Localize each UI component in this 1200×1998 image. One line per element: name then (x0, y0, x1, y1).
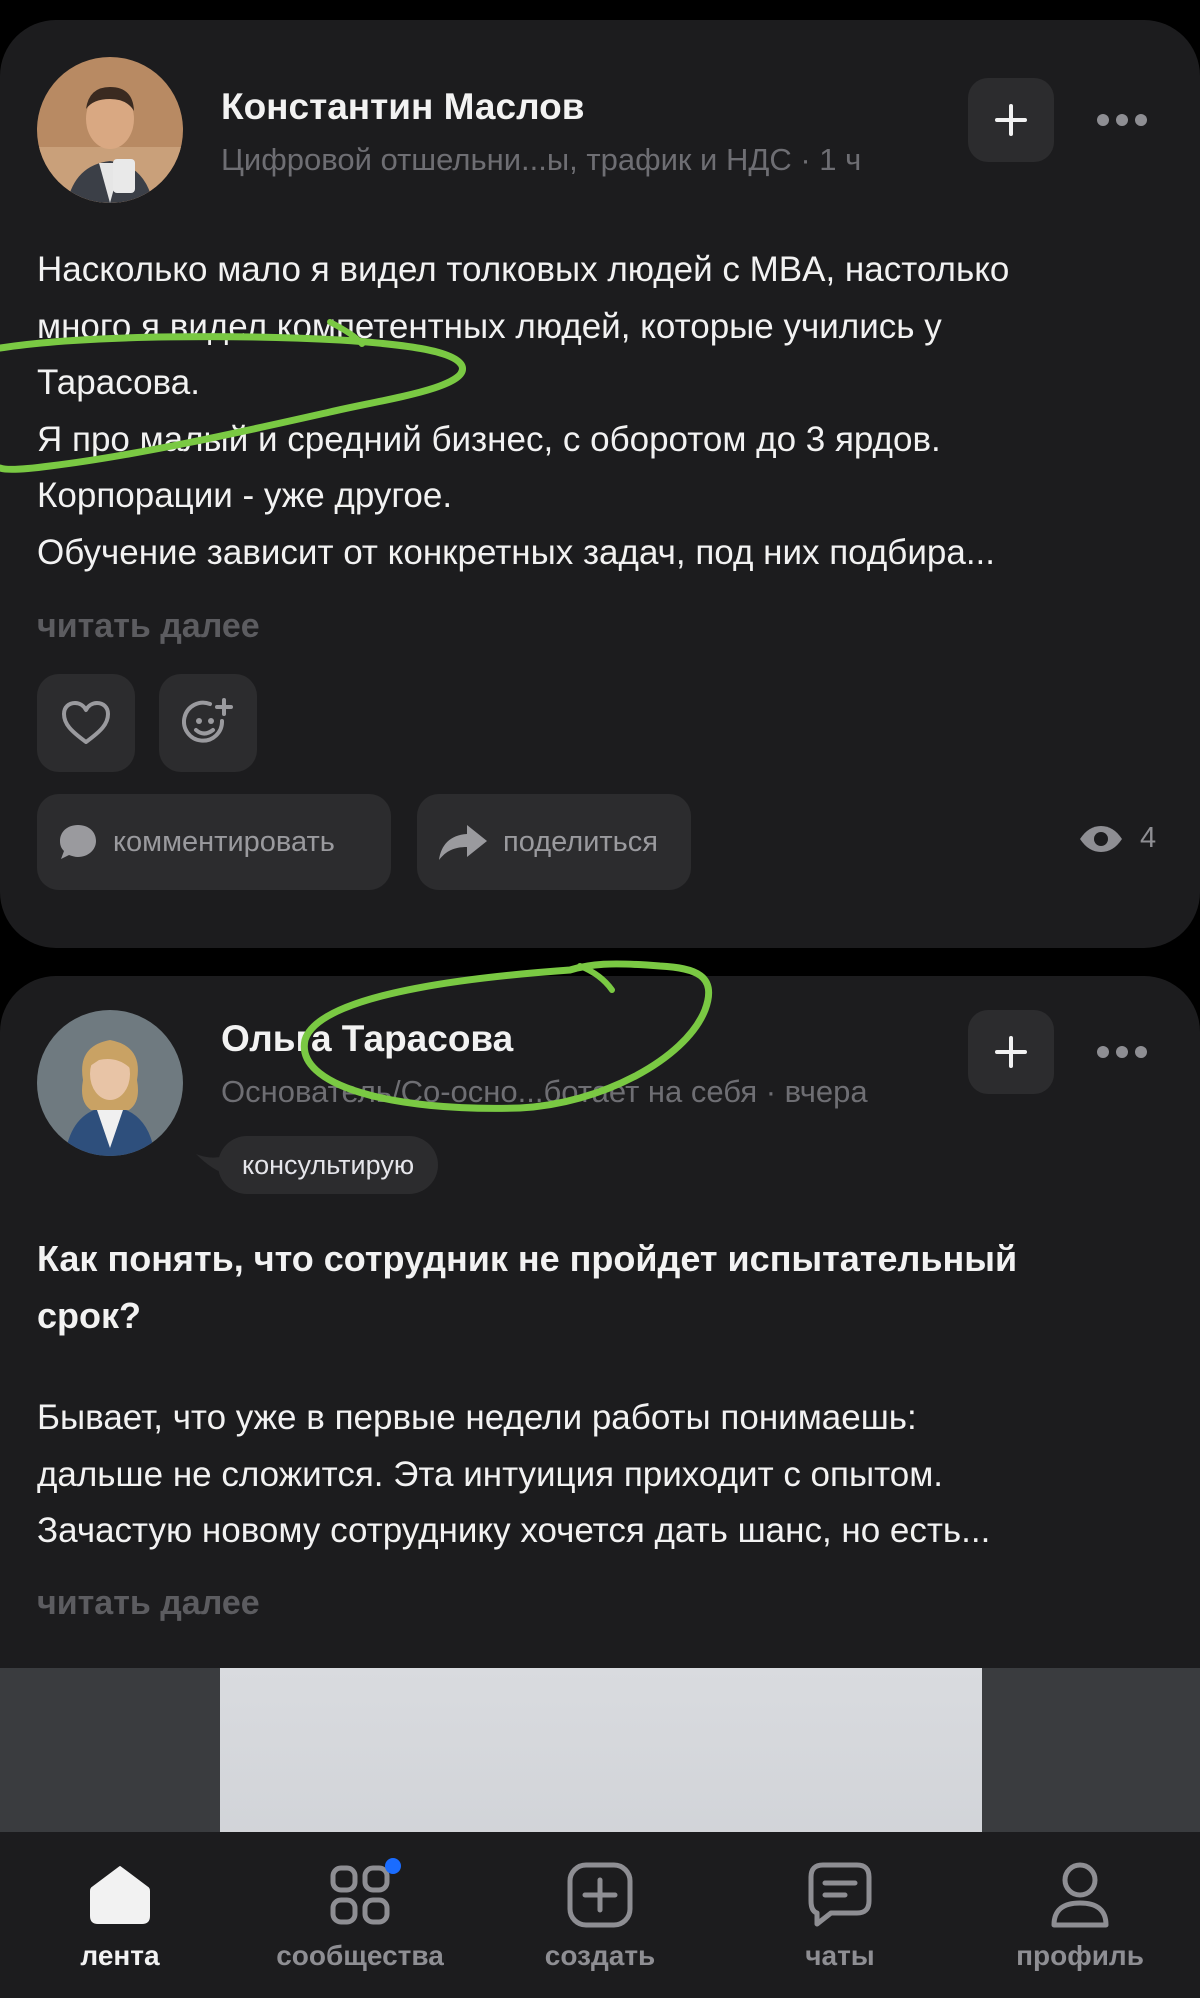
more-options-button[interactable] (1090, 1032, 1154, 1072)
follow-button[interactable] (968, 78, 1054, 162)
post-title: Как понять, что сотрудник не пройдет исп… (37, 1230, 1160, 1344)
post-body: Бывает, что уже в первые недели работы п… (37, 1390, 1160, 1560)
nav-chats[interactable]: чаты (720, 1832, 960, 1998)
comment-label: комментировать (113, 825, 335, 858)
nav-create[interactable]: создать (480, 1832, 720, 1998)
author-name[interactable]: Ольга Тарасова (221, 1018, 513, 1060)
views-count: 4 (1140, 822, 1157, 854)
nav-profile[interactable]: профиль (960, 1832, 1200, 1998)
post-text-line: много я видел компетентных людей, которы… (37, 306, 942, 346)
more-options-button[interactable] (1090, 100, 1154, 140)
nav-label: создать (544, 1940, 656, 1971)
home-icon (90, 1866, 150, 1924)
author-avatar[interactable] (37, 1010, 183, 1156)
nav-label: лента (80, 1940, 160, 1971)
read-more-link[interactable]: читать далее (37, 1584, 260, 1623)
share-label: поделиться (503, 825, 658, 858)
post-text-line: Насколько мало я видел толковых людей с … (37, 250, 1010, 289)
profile-icon (1051, 1862, 1109, 1928)
heart-icon (62, 701, 110, 744)
eye-icon (1080, 825, 1122, 852)
more-icon (1097, 1046, 1147, 1058)
author-subtitle: Цифровой отшельни...ы, трафик и НДС · 1 … (221, 142, 862, 177)
notification-badge (385, 1858, 401, 1874)
post-text-line: дальше не сложится. Эта интуиция приходи… (37, 1454, 944, 1494)
author-name[interactable]: Константин Маслов (221, 86, 584, 128)
comment-button[interactable]: комментировать (37, 794, 391, 890)
plus-square-icon (567, 1862, 633, 1928)
author-avatar[interactable] (37, 57, 183, 203)
nav-label: профиль (1016, 1940, 1144, 1971)
post-text-line: Обучение зависит от конкретных задач, по… (37, 532, 995, 572)
plus-icon (995, 104, 1027, 136)
post-text-line: Корпорации - уже другое. (37, 476, 453, 515)
nav-label: чаты (805, 1940, 875, 1971)
share-button[interactable]: поделиться (417, 794, 691, 890)
post-text-line: Зачастую новому сотруднику хочется дать … (37, 1511, 991, 1550)
status-tag: консультирую (218, 1136, 439, 1194)
nav-feed[interactable]: лента (0, 1832, 240, 1998)
post-title-line: Как понять, что сотрудник не пройдет исп… (37, 1238, 1018, 1279)
nav-communities[interactable]: сообщества (240, 1832, 480, 1998)
post-text-line: Я про малый и средний бизнес, с оборотом… (37, 419, 941, 459)
read-more-link[interactable]: читать далее (37, 607, 260, 646)
follow-button[interactable] (968, 1010, 1054, 1094)
post-body: Насколько мало я видел толковых людей с … (37, 242, 1160, 581)
feed-screen: Константин Маслов Цифровой отшельни...ы,… (0, 0, 1200, 1998)
nav-label: сообщества (276, 1940, 444, 1971)
bottom-navigation: лента сообщества создать чаты профиль (0, 1832, 1200, 1998)
post-text-line: Тарасова. (37, 363, 200, 402)
more-icon (1097, 114, 1147, 126)
author-subtitle: Основатель/Со-осно...ботает на себя · вч… (221, 1074, 868, 1109)
chat-icon (808, 1862, 872, 1927)
smiley-plus-icon (182, 698, 233, 743)
share-arrow-icon (439, 825, 487, 860)
grid-icon (330, 1865, 390, 1925)
comment-bubble-icon (60, 825, 96, 859)
post-title-line: срок? (37, 1295, 142, 1336)
add-reaction-button[interactable] (159, 674, 257, 772)
views-counter: 4 (1078, 822, 1156, 855)
plus-icon (995, 1036, 1027, 1068)
like-button[interactable] (37, 674, 135, 772)
post-text-line: Бывает, что уже в первые недели работы п… (37, 1398, 917, 1437)
